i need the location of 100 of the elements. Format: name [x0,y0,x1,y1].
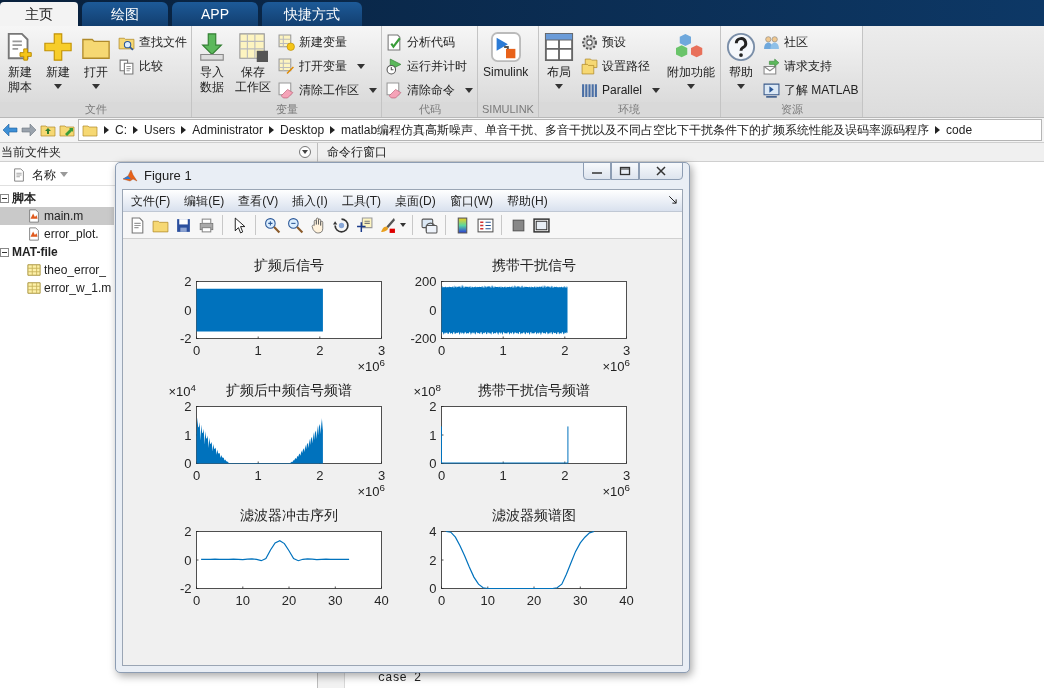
chevron-icon [269,126,275,134]
forward-button[interactable] [21,122,37,138]
ribbon-button[interactable]: 设置路径 [578,55,662,77]
ribbon-button[interactable]: 比较 [116,55,189,77]
axis-tick-label: 2 [316,468,324,483]
browse-folder-button[interactable] [59,122,75,138]
group-label: 脚本 [12,190,36,207]
ribbon-button[interactable]: 分析代码 [384,31,475,53]
breadcrumb[interactable]: Administrator [192,121,264,139]
menu-item[interactable]: 编辑(E) [182,191,227,210]
zoom-out-icon [286,216,304,234]
linked-windows-button[interactable] [419,215,439,235]
rotate-button[interactable] [331,215,351,235]
close-button[interactable] [639,162,683,180]
ribbon-button[interactable]: 布局 [540,30,577,102]
ribbon-button[interactable]: Parallel [578,79,662,101]
caret-icon [652,87,660,93]
ribbon-button[interactable]: 新建 脚本 [2,30,38,102]
ribbon-button[interactable]: 运行并计时 [384,55,475,77]
file-item[interactable]: main.m [0,207,114,225]
column-header[interactable]: 名称 [32,165,68,184]
zoom-in-button[interactable] [262,215,282,235]
ribbon-tab[interactable]: APP [172,2,258,26]
compare-icon [118,57,135,75]
chevron-icon [330,126,336,134]
chevron-icon [935,126,941,134]
ribbon-button[interactable]: 导入 数据 [194,30,230,102]
axis-tick-label: 2 [429,399,437,414]
ribbon-button[interactable]: Simulink [480,30,532,102]
ribbon-button[interactable]: 打开 [78,30,114,102]
ribbon-button[interactable]: 清除命令 [384,79,475,101]
open-variable-icon [278,57,295,75]
dock-button[interactable] [668,195,678,205]
run-and-time-icon [386,57,403,75]
caret-icon [465,87,473,93]
file-item[interactable]: theo_error_ [0,261,114,279]
close-icon [655,166,667,176]
ribbon-button[interactable]: 社区 [761,31,861,53]
set-path-icon [580,57,598,75]
ribbon-button[interactable]: 打开变量 [276,55,379,77]
breadcrumb[interactable]: matlab编程仿真高斯噪声、单音干扰、多音干扰以及不同占空比下干扰条件下的扩频系统性能及误码率源码程序 [341,121,930,139]
breadcrumb[interactable]: Users [144,121,176,139]
back-button[interactable] [2,122,18,138]
axis-tick-label: 20 [526,593,542,608]
path-field[interactable]: C: Users Administrator Desktop matlab编程仿真高斯噪声、单音干扰、多音干扰以及不同占空比下干扰条件下的扩频系统性能及误码率源码程序 code [78,119,1042,141]
axis-tick-label: 0 [184,552,192,568]
minimize-button[interactable] [583,162,611,180]
tree-toggle[interactable] [0,247,9,257]
axis-tick-label: 0 [437,468,446,483]
axis-exponent: ×10$^{6}$ [357,359,385,376]
plot-title: 滤波器冲击序列 [239,506,338,524]
ribbon-tab[interactable]: 快捷方式 [262,2,362,26]
import-arrow-icon [197,32,227,62]
maximize-button[interactable] [611,162,639,180]
ribbon-button[interactable]: 保存 工作区 [232,30,274,102]
printer-button[interactable] [196,215,216,235]
eraser-icon [278,81,295,99]
caret-icon [400,223,406,227]
panel-menu-button[interactable] [299,146,311,158]
menu-item[interactable]: 帮助(H) [505,191,550,210]
caret-icon [369,87,377,93]
file-item[interactable]: error_plot. [0,225,114,243]
ribbon-button[interactable]: 新建变量 [276,31,379,53]
legend-icon [476,216,494,234]
data-cursor-button[interactable] [354,215,374,235]
breadcrumb[interactable]: code [946,121,973,139]
ribbon-button[interactable]: 清除工作区 [276,79,379,101]
ribbon-button[interactable]: 查找文件 [116,31,189,53]
menu-item[interactable]: 桌面(D) [393,191,438,210]
ribbon-button[interactable]: 了解 MATLAB [761,79,861,101]
ribbon-tab[interactable]: 绘图 [82,2,168,26]
axis-tick-label: 10 [235,593,250,608]
ribbon-button[interactable]: 预设 [578,31,662,53]
menu-item[interactable]: 文件(F) [129,191,173,210]
panel-title: 命令行窗口 [327,144,387,161]
breadcrumb[interactable]: C: [115,121,127,139]
axis-tick-label: 1 [499,468,507,483]
ribbon-button[interactable]: 新建 [40,30,76,102]
menu-item[interactable]: 插入(I) [290,191,330,210]
ribbon-tab[interactable]: 主页 [0,2,78,26]
community-icon [763,33,780,51]
up-folder-button[interactable] [40,122,56,138]
window-frame-button[interactable] [531,215,551,235]
menu-item[interactable]: 查看(V) [236,191,281,210]
zoom-out-button[interactable] [285,215,305,235]
ribbon-button[interactable]: 帮助 [723,30,759,102]
axis-tick-label: 20 [281,593,297,608]
menu-item[interactable]: 工具(T) [339,191,383,210]
menu-item[interactable]: 窗口(W) [447,191,495,210]
data-cursor-icon [355,216,373,234]
axis-exponent: ×10$^{4}$ [168,385,196,399]
app-logo-icon [122,168,138,184]
parallel-bars-icon [580,81,598,99]
ribbon-button[interactable]: 请求支持 [761,55,861,77]
axis-tick-label: 3 [377,468,386,483]
breadcrumb[interactable]: Desktop [280,121,325,139]
file-item[interactable]: error_w_1.m [0,279,114,297]
tree-toggle[interactable] [0,193,9,203]
legend-button[interactable] [475,215,495,235]
ribbon-button[interactable]: 附加功能 [664,30,718,102]
